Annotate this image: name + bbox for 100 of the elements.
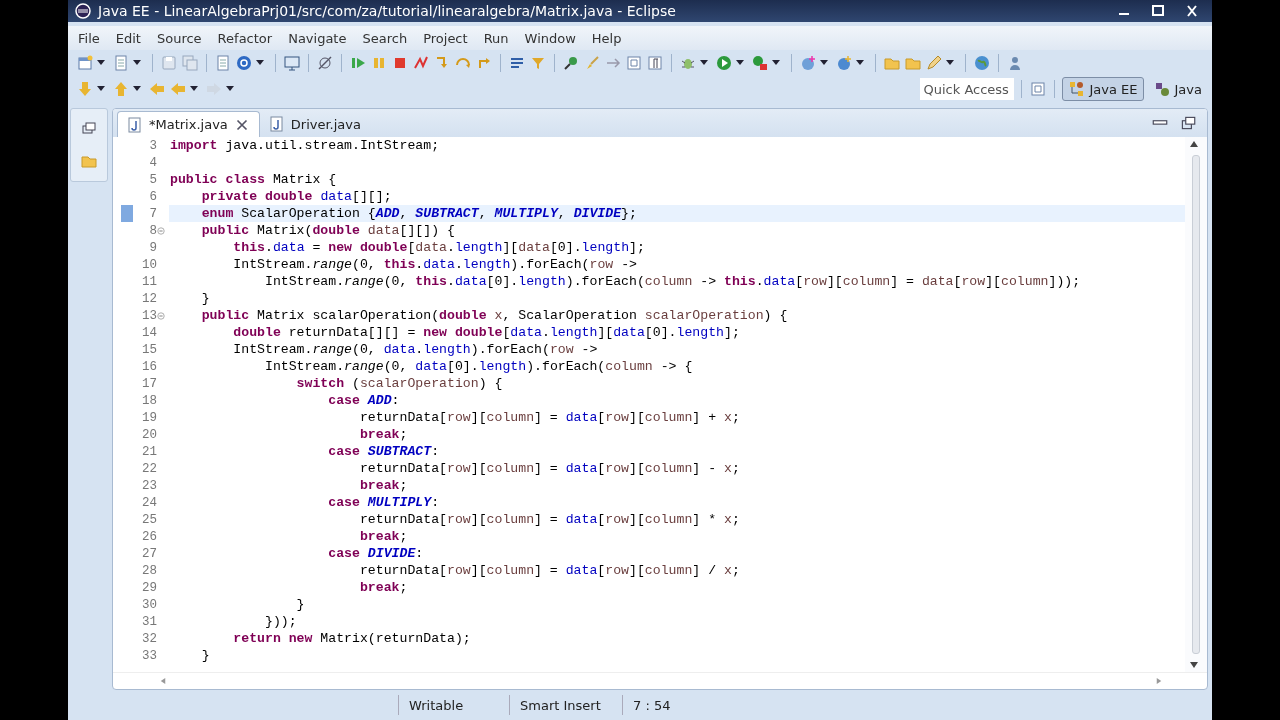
line-number: 4 — [148, 155, 157, 170]
save-icon[interactable] — [160, 54, 178, 72]
line-number: 10 — [141, 257, 157, 272]
vertical-scrollbar[interactable] — [1185, 137, 1207, 672]
dropdown-arrow-icon[interactable] — [133, 60, 141, 66]
code-line: IntStream.range(0, data[0].length).forEach(column -> { — [263, 358, 694, 375]
line-number: 29 — [141, 580, 157, 595]
line-number: 18 — [141, 393, 157, 408]
tree-icon — [1067, 80, 1086, 98]
dropdown-arrow-icon[interactable] — [946, 60, 954, 66]
line-number: 30 — [141, 597, 157, 612]
run-tool-icon[interactable] — [751, 54, 769, 72]
line-number: 17 — [141, 376, 157, 391]
code-line: break; — [358, 528, 409, 545]
dropdown-arrow-icon[interactable] — [736, 60, 744, 66]
quick-access-field[interactable]: Quick Access — [919, 78, 1014, 100]
paragraph-icon[interactable] — [646, 54, 664, 72]
line-number: 9 — [148, 240, 157, 255]
run-icon[interactable] — [715, 54, 733, 72]
line-number: 15 — [141, 342, 157, 357]
code-line: returnData[row][column] = data[row][column] / x; — [358, 562, 741, 579]
code-line: case ADD: — [327, 392, 401, 409]
code-line: case MULTIPLY: — [327, 494, 441, 511]
dropdown-arrow-icon[interactable] — [226, 86, 234, 92]
line-number: 26 — [141, 529, 157, 544]
line-number: 20 — [141, 427, 157, 442]
line-number: 7 — [148, 206, 157, 221]
menu-item[interactable]: Window — [516, 28, 584, 48]
panel-icon[interactable] — [1028, 80, 1047, 98]
perspective-button[interactable]: Java — [1146, 77, 1208, 101]
line-number: 14 — [141, 325, 157, 340]
code-line: IntStream.range(0, this.data[0].length).forEach(column -> this.data[row][column] = data[row][column])); — [263, 273, 1082, 290]
line-number: 27 — [141, 546, 157, 561]
line-number: 31 — [141, 614, 157, 629]
collapse-icon[interactable] — [157, 225, 165, 236]
scroll-down-icon[interactable] — [1190, 662, 1198, 668]
monitor-icon[interactable] — [283, 54, 301, 72]
code-line: })); — [263, 613, 298, 630]
dropdown-arrow-icon[interactable] — [133, 86, 141, 92]
code-line: break; — [358, 426, 409, 443]
line-number: 32 — [141, 631, 157, 646]
panel-icon[interactable] — [625, 54, 643, 72]
code-line: switch (scalarOperation) { — [295, 375, 504, 392]
menu-item[interactable]: Edit — [107, 28, 149, 48]
menu-item[interactable]: Source — [148, 28, 210, 48]
code-line: public Matrix(double data[][]) { — [200, 222, 456, 239]
code-line: } — [295, 596, 306, 613]
line-number: 3 — [148, 138, 157, 153]
scroll-left-icon[interactable] — [159, 678, 167, 684]
line-number: 12 — [141, 291, 157, 306]
pin-icon[interactable] — [562, 54, 580, 72]
line-number: 33 — [141, 648, 157, 663]
menu-item[interactable]: File — [70, 28, 108, 48]
line-number: 28 — [141, 563, 157, 578]
dropdown-arrow-icon[interactable] — [700, 60, 708, 66]
dropdown-arrow-icon[interactable] — [97, 86, 105, 92]
line-number: 8 — [148, 223, 157, 238]
line-number: 11 — [141, 274, 157, 289]
perspective-button[interactable]: Java EE — [1061, 77, 1144, 101]
line-number: 6 — [148, 189, 157, 204]
maximize-icon[interactable] — [1179, 114, 1197, 132]
dropdown-arrow-icon[interactable] — [820, 60, 828, 66]
line-number: 13 — [141, 308, 157, 323]
line-number: 24 — [141, 495, 157, 510]
menu-item[interactable]: Refactor — [209, 28, 281, 48]
code-line: returnData[row][column] = data[row][column] + x; — [358, 409, 741, 426]
code-line: returnData[row][column] = data[row][column] * x; — [358, 511, 741, 528]
editor-tab[interactable]: *Matrix.java — [117, 111, 260, 137]
dropdown-arrow-icon[interactable] — [772, 60, 780, 66]
line-number: 16 — [141, 359, 157, 374]
code-line: return new Matrix(returnData); — [232, 630, 472, 647]
dropdown-arrow-icon[interactable] — [256, 60, 264, 66]
editor-tab[interactable]: Driver.java — [259, 111, 369, 137]
cursor-position: 7 : 54 — [622, 695, 681, 715]
dropdown-arrow-icon[interactable] — [190, 86, 198, 92]
code-line: this.data = new double[data.length][data[0].length]; — [232, 239, 646, 256]
code-line: public Matrix scalarOperation(double x, ScalarOperation scalarOperation) { — [200, 307, 789, 324]
code-line: } — [200, 290, 211, 307]
menu-item[interactable]: Navigate — [280, 28, 355, 48]
arrow-left-icon[interactable] — [148, 80, 166, 98]
dropdown-arrow-icon[interactable] — [97, 60, 105, 66]
scroll-right-icon[interactable] — [1155, 678, 1163, 684]
menu-item[interactable]: Search — [354, 28, 416, 48]
line-number: 25 — [141, 512, 157, 527]
menu-item[interactable]: Project — [415, 28, 476, 48]
line-number: 5 — [148, 172, 157, 187]
save-all-icon[interactable] — [181, 54, 199, 72]
menu-item[interactable]: Help — [583, 28, 630, 48]
scroll-up-icon[interactable] — [1190, 141, 1198, 147]
collapse-icon[interactable] — [157, 310, 165, 321]
java-file-icon — [267, 115, 286, 133]
window-title: Java EE - LinearAlgebraPrj01/src/com/za/tutorial/linearalgebra/Matrix.java - Eclipse — [98, 3, 677, 19]
code-line: import java.util.stream.IntStream; — [169, 137, 441, 154]
code-line: break; — [358, 579, 409, 596]
earth-icon[interactable] — [973, 54, 991, 72]
code-line: break; — [358, 477, 409, 494]
dropdown-arrow-icon[interactable] — [856, 60, 864, 66]
java-file-icon — [126, 115, 144, 134]
menu-item[interactable]: Run — [475, 28, 517, 48]
slash-icon[interactable] — [316, 54, 334, 72]
